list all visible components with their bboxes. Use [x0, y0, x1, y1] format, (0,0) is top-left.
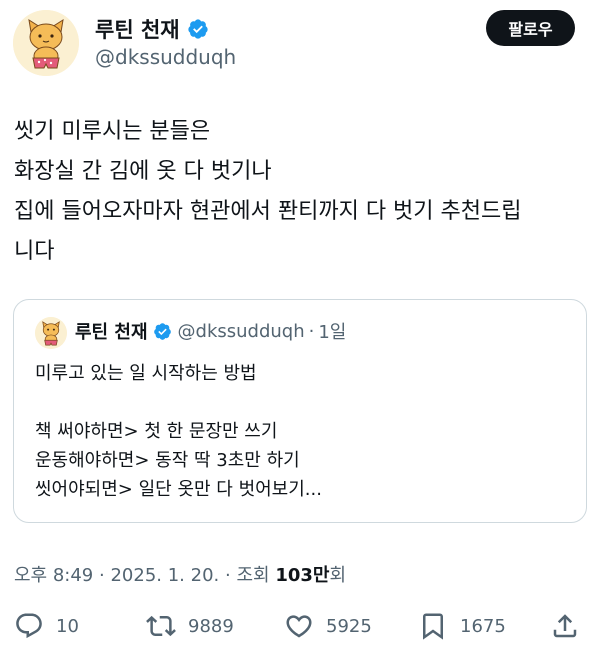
share-button[interactable] — [550, 606, 580, 646]
quoted-author-name: 루틴 천재 — [75, 322, 148, 343]
views-suffix: 회 — [329, 565, 347, 586]
separator-dot: · — [224, 565, 231, 586]
verified-badge-icon — [187, 19, 208, 39]
like-button[interactable]: 5925 — [284, 606, 372, 646]
tweet-text: 씻기 미루시는 분들은 화장실 간 김에 옷 다 벗기나 집에 들어오자마자 현… — [14, 112, 589, 272]
tweet-line: 집에 들어오자마자 현관에서 퐌티까지 다 벗기 추천드립 — [14, 199, 522, 224]
cat-avatar-icon — [13, 10, 79, 76]
cat-avatar-icon — [35, 317, 67, 349]
views-label: 조회 — [236, 565, 270, 586]
share-icon — [553, 614, 577, 638]
quoted-line: 책 써야하면> 첫 한 문장만 쓰기 — [35, 421, 278, 442]
tweet-line: 씻기 미루시는 분들은 — [14, 119, 211, 144]
separator-dot: · — [99, 565, 105, 586]
avatar[interactable] — [13, 10, 79, 76]
tweet-date[interactable]: 2025. 1. 20. — [110, 565, 219, 586]
quoted-text: 미루고 있는 일 시작하는 방법 책 써야하면> 첫 한 문장만 쓰기 운동해야… — [35, 359, 322, 504]
author-name[interactable]: 루틴 천재 — [95, 14, 180, 44]
action-bar: 10 9889 5925 1675 — [0, 606, 600, 646]
author-name-row: 루틴 천재 — [95, 14, 209, 44]
reply-count: 10 — [56, 615, 79, 637]
tweet-time[interactable]: 오후 8:49 — [14, 565, 93, 586]
quoted-line: 운동해야하면> 동작 딱 3초만 하기 — [35, 450, 300, 471]
retweet-icon — [146, 615, 176, 637]
heart-icon — [286, 615, 312, 638]
quoted-header: 루틴 천재 @dkssudduqh · 1일 — [75, 318, 346, 344]
quoted-line — [35, 388, 322, 417]
tweet-line: 니다 — [14, 239, 55, 264]
retweet-count: 9889 — [188, 615, 234, 637]
tweet-line: 화장실 간 김에 옷 다 벗기나 — [14, 159, 272, 184]
views-count: 103만 — [275, 565, 330, 586]
reply-icon — [16, 613, 42, 639]
retweet-button[interactable]: 9889 — [146, 606, 234, 646]
quoted-line: 씻어야되면> 일단 옷만 다 벗어보기... — [35, 479, 322, 500]
quoted-line: 미루고 있는 일 시작하는 방법 — [35, 363, 257, 384]
author-handle[interactable]: @dkssudduqh — [95, 45, 236, 69]
quoted-tweet[interactable]: 루틴 천재 @dkssudduqh · 1일 미루고 있는 일 시작하는 방법 … — [13, 299, 587, 523]
tweet-meta: 오후 8:49 · 2025. 1. 20. · 조회 103만회 — [14, 561, 346, 587]
bookmark-icon — [423, 613, 443, 640]
tweet-header: 루틴 천재 @dkssudduqh 팔로우 — [0, 0, 600, 90]
reply-button[interactable]: 10 — [14, 606, 79, 646]
like-count: 5925 — [326, 615, 372, 637]
verified-badge-icon — [153, 322, 171, 340]
bookmark-count: 1675 — [460, 615, 506, 637]
quoted-author-handle: @dkssudduqh — [177, 320, 305, 342]
quoted-avatar — [35, 317, 67, 349]
separator-dot: · — [308, 320, 315, 342]
follow-button[interactable]: 팔로우 — [486, 10, 575, 46]
quoted-timestamp: 1일 — [318, 322, 347, 343]
bookmark-button[interactable]: 1675 — [418, 606, 506, 646]
